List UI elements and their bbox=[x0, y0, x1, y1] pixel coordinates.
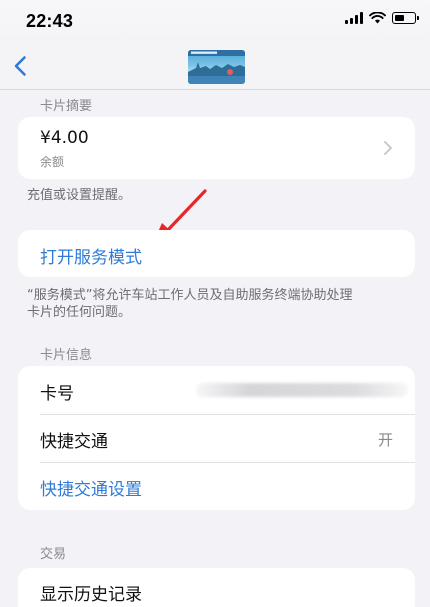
service-mode-row[interactable]: 打开服务模式 bbox=[18, 230, 415, 277]
transit-card-thumbnail bbox=[188, 50, 245, 84]
show-history-label[interactable]: 显示历史记录 bbox=[40, 580, 142, 605]
chevron-right-icon bbox=[384, 141, 392, 155]
service-mode-footnote-line1: “服务模式”将允许车站工作人员及自助服务终端协助处理 bbox=[27, 288, 353, 303]
summary-footnote: 充值或设置提醒。 bbox=[27, 188, 132, 203]
history-row[interactable]: 显示历史记录 bbox=[18, 568, 415, 607]
battery-icon bbox=[392, 12, 419, 24]
card-number-value-redacted bbox=[196, 383, 408, 397]
card-info-section-header: 卡片信息 bbox=[40, 348, 93, 363]
wifi-icon bbox=[369, 12, 386, 24]
card-number-label: 卡号 bbox=[40, 384, 74, 404]
chevron-left-icon[interactable] bbox=[9, 54, 33, 78]
service-mode-footnote-line2: 卡片的任何问题。 bbox=[27, 305, 132, 320]
card-artwork bbox=[188, 50, 245, 84]
express-transit-settings-link[interactable]: 快捷交通设置 bbox=[40, 475, 142, 500]
balance-group[interactable]: ¥4.00 余额 bbox=[18, 117, 415, 179]
summary-section-header: 卡片摘要 bbox=[40, 99, 93, 114]
transactions-group[interactable]: 显示历史记录 bbox=[18, 568, 415, 607]
card-number-row: 卡号 bbox=[18, 366, 415, 414]
open-service-mode-link[interactable]: 打开服务模式 bbox=[40, 243, 142, 268]
balance-label: 余额 bbox=[40, 155, 65, 169]
transactions-section-header: 交易 bbox=[40, 547, 67, 562]
card-info-group: 卡号 快捷交通 开 快捷交通设置 bbox=[18, 366, 415, 510]
express-transit-row: 快捷交通 开 bbox=[18, 414, 415, 462]
express-transit-label: 快捷交通 bbox=[40, 432, 108, 452]
status-bar: 22:43 bbox=[0, 0, 430, 44]
status-time: 22:43 bbox=[26, 11, 74, 31]
status-icons bbox=[345, 12, 419, 24]
balance-row[interactable]: ¥4.00 余额 bbox=[18, 117, 415, 179]
express-transit-settings-row[interactable]: 快捷交通设置 bbox=[18, 462, 415, 510]
cellular-signal-icon bbox=[345, 12, 363, 24]
balance-value: ¥4.00 bbox=[40, 128, 89, 148]
express-transit-status: 开 bbox=[377, 431, 393, 449]
service-mode-group[interactable]: 打开服务模式 bbox=[18, 230, 415, 277]
nav-bar bbox=[0, 44, 430, 90]
